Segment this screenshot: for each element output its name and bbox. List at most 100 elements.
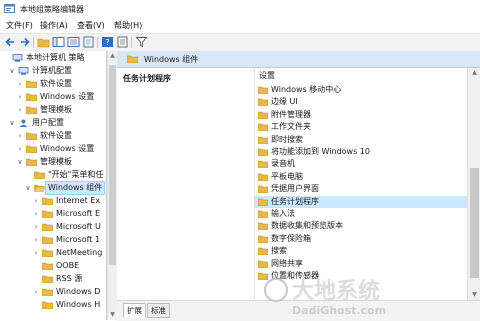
help-icon[interactable]: ? [101,36,114,48]
tree-item[interactable]: 本地计算机 策略 [2,52,106,64]
collapse-arrow-icon[interactable]: ∨ [16,156,24,168]
expand-arrow-icon[interactable] [32,299,40,311]
tree-item[interactable]: › Windows 设置 [16,143,106,155]
forward-icon[interactable] [18,36,31,48]
tree-scrollbar[interactable]: ▲ ▼ [107,51,117,320]
expand-arrow-icon[interactable]: › [32,234,40,246]
folder-icon [42,223,53,231]
expand-arrow-icon[interactable]: › [32,208,40,220]
expand-arrow-icon[interactable]: › [16,143,24,155]
tree-item[interactable]: ∨ 管理模板 [16,156,106,168]
tree-item[interactable]: ∨ 用户配置 [8,117,106,129]
tree-item[interactable]: › NetMeeting [32,247,106,259]
folder-icon [42,236,53,244]
show-hide-tree-icon[interactable] [52,36,65,48]
menu-file[interactable]: 文件(F) [6,20,33,31]
list-item[interactable]: 位置和传感器 [255,270,467,282]
export-list-icon[interactable] [82,36,95,48]
folder-icon [26,93,37,101]
tab-standard[interactable]: 标准 [147,303,170,318]
tree-item[interactable]: ∨ Windows 组件 [24,181,106,195]
tree-item-label: 用户配置 [32,118,64,127]
menu-action[interactable]: 操作(A) [40,20,68,31]
expand-arrow-icon[interactable] [24,169,32,181]
list-item[interactable]: 录音机 [255,158,467,170]
tree-item[interactable]: ∨ 计算机配置 [8,65,106,77]
list-scrollbar[interactable]: ▲ ▼ [467,68,480,300]
list-scroll-down-icon[interactable]: ▼ [468,290,480,300]
list-item[interactable]: 任务计划程序 [255,195,467,208]
tree-item[interactable]: › Microsoft 1 [32,234,106,246]
folder-icon [258,247,268,256]
list-item-label: 网络共享 [271,258,303,268]
scroll-down-icon[interactable]: ▼ [108,310,117,320]
expand-arrow-icon[interactable]: › [16,91,24,103]
list-item[interactable]: 工作文件夹 [255,121,467,133]
list-item-label: 数字保险箱 [271,233,311,243]
tree-item[interactable]: › Microsoft E [32,208,106,220]
menu-help[interactable]: 帮助(H) [114,20,142,31]
folder-icon [258,235,268,243]
expand-arrow-icon[interactable] [2,52,10,64]
list-item-label: 附件管理器 [271,109,311,119]
list-item[interactable]: 平板电脑 [255,171,467,183]
tree-item-label: 管理模板 [40,157,72,166]
list-item[interactable]: 网络共享 [255,258,467,270]
navigation-tree: 本地计算机 策略 ∨ 计算机配置 › 软件设置 › Windows 设置 › 管理模板 ∨ 用户配置… [0,51,107,320]
scroll-up-icon[interactable]: ▲ [108,51,117,61]
up-folder-icon[interactable] [37,36,50,48]
collapse-arrow-icon[interactable]: ∨ [24,182,32,194]
expand-arrow-icon[interactable] [32,273,40,285]
filter-icon[interactable] [135,36,148,48]
tree-scroll-thumb[interactable] [109,65,116,265]
list-item[interactable]: 输入法 [255,208,467,220]
tree-item[interactable]: › 管理模板 [16,104,106,116]
list-view-icon[interactable] [67,36,80,48]
list-item[interactable]: 将功能添加到 Windows 10 [255,146,467,158]
list-item[interactable]: 搜索 [255,245,467,257]
expand-arrow-icon[interactable]: › [32,221,40,233]
expand-arrow-icon[interactable]: › [32,195,40,207]
list-scroll-up-icon[interactable]: ▲ [468,68,480,78]
expand-arrow-icon[interactable]: › [16,104,24,116]
tab-extended[interactable]: 扩展 [123,303,146,318]
tree-item[interactable]: › Microsoft U [32,221,106,233]
properties-icon[interactable] [116,36,129,48]
computer-icon [12,54,23,62]
list-item[interactable]: 数字保险箱 [255,233,467,245]
list-scroll-thumb[interactable] [470,168,479,278]
tree-item[interactable]: "开始"菜单和任 [24,169,106,181]
tree-item[interactable]: › Windows D [32,286,106,298]
list-item[interactable]: 数据收集和预览版本 [255,220,467,232]
tree-item[interactable]: › 软件设置 [16,130,106,142]
column-header-setting[interactable]: 设置 [255,70,467,82]
folder-icon [26,132,37,140]
tree-item[interactable]: › Windows 设置 [16,91,106,103]
list-item[interactable]: Windows 移动中心 [255,84,467,96]
expand-arrow-icon[interactable]: › [32,247,40,259]
details-area: Windows 组件 任务计划程序 设置 Windows 移动中心 边缘 UI 附件管… [117,51,480,321]
tree-item[interactable]: Windows H [32,299,106,311]
list-item[interactable]: 即时搜索 [255,134,467,146]
menu-view[interactable]: 查看(V) [77,20,105,31]
list-item[interactable]: 边缘 UI [255,96,467,108]
expand-arrow-icon[interactable]: › [16,130,24,142]
collapse-arrow-icon[interactable]: ∨ [8,117,16,129]
tree-item[interactable]: › 软件设置 [16,78,106,90]
list-item-label: 输入法 [271,209,295,218]
list-item[interactable]: 凭据用户界面 [255,183,467,195]
tree-item-label: Windows 组件 [44,181,106,195]
back-icon[interactable] [4,36,17,48]
folder-icon [26,80,37,88]
extended-pane-title: 任务计划程序 [123,74,171,83]
expand-arrow-icon[interactable]: › [16,78,24,90]
expand-arrow-icon[interactable]: › [32,286,40,298]
tree-item[interactable]: RSS 源 [32,273,106,285]
tree-item[interactable]: OOBE [32,260,106,272]
list-item[interactable]: 附件管理器 [255,109,467,121]
tree-item[interactable]: › Internet Ex [32,195,106,207]
tree-item-label: Microsoft E [56,209,101,218]
expand-arrow-icon[interactable] [32,260,40,272]
collapse-arrow-icon[interactable]: ∨ [8,65,16,77]
list-item-label: 边缘 UI [271,97,298,107]
